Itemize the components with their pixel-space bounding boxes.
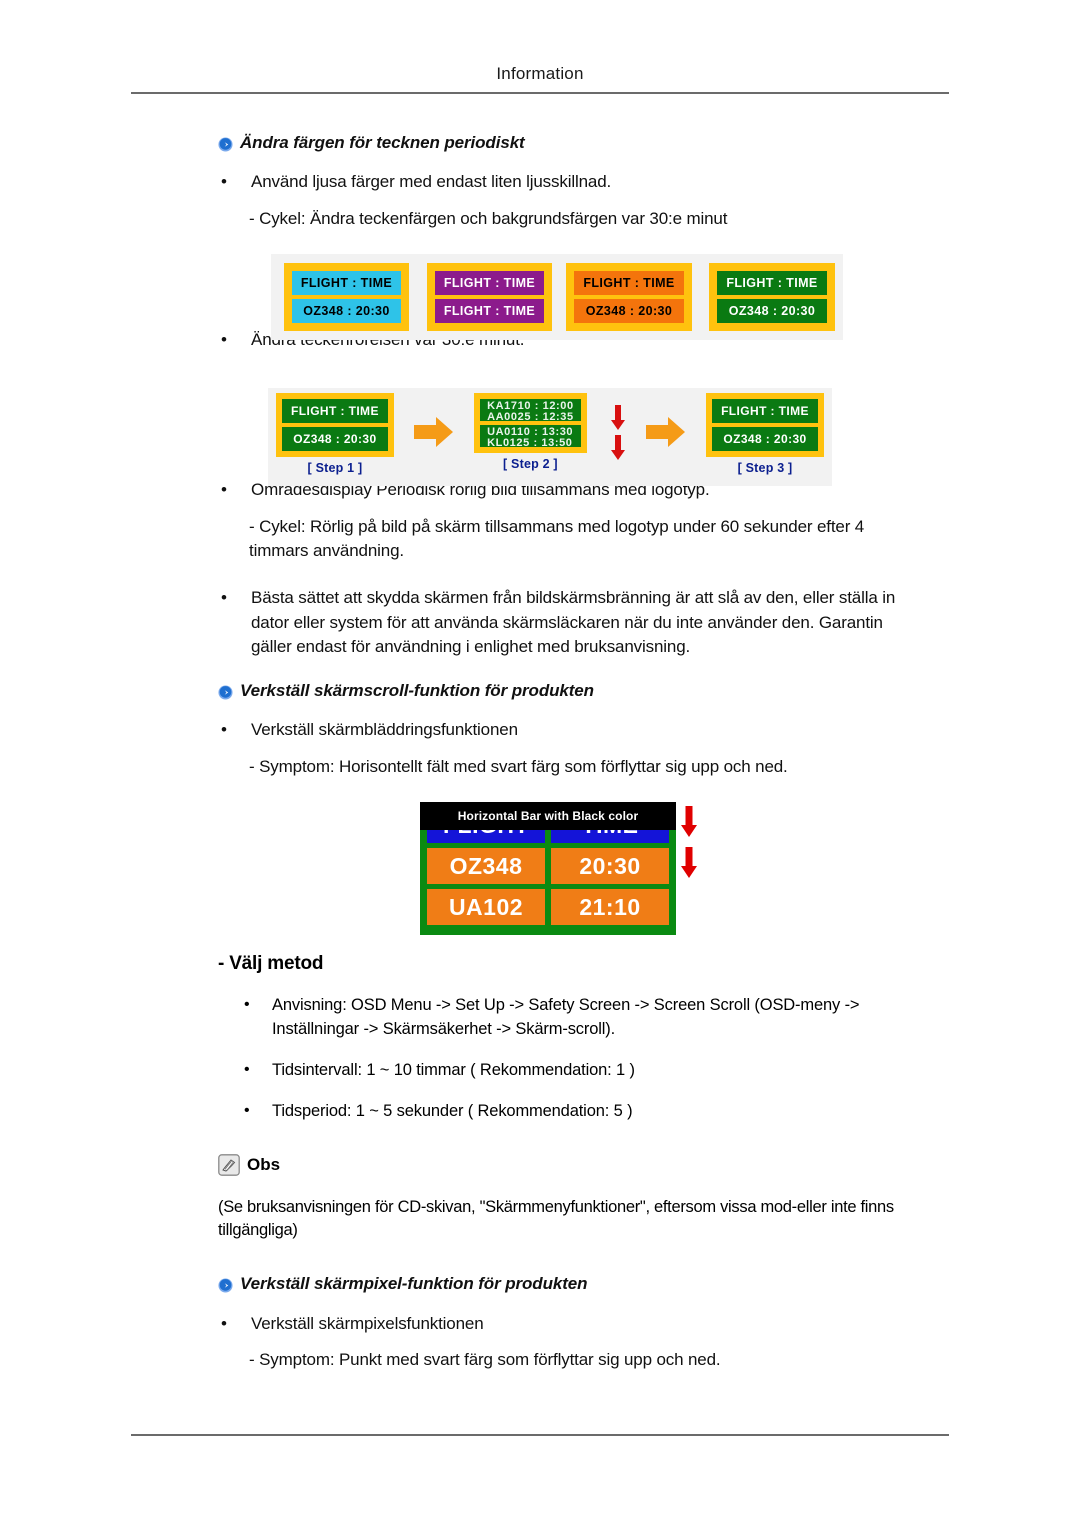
color-cycle-panel-purple: FLIGHT : TIME FLIGHT : TIME (422, 263, 557, 331)
heading-color-change: Ändra färgen för tecknen periodiskt (218, 132, 918, 153)
method-item-osd-path-text: Anvisning: OSD Menu -> Set Up -> Safety … (272, 995, 860, 1039)
board-line-2: OZ348 20:30 (427, 848, 669, 884)
board-row-header: FLIGHT : TIME (717, 271, 827, 295)
orange-right-arrow-icon (413, 415, 454, 449)
board-cell-ua102: UA102 (427, 889, 545, 925)
board-row-scrolling-top: KA1710 : 12:00 AA0025 : 12:35 (480, 399, 581, 421)
board-row-flight: OZ348 : 20:30 (291, 299, 402, 323)
flight-board-purple: FLIGHT : TIME FLIGHT : TIME (426, 263, 553, 331)
sub-symptom-black-dot: - Symptom: Punkt med svart färg som förf… (249, 1350, 721, 1370)
note-label: Obs (247, 1154, 281, 1174)
heading-screen-pixel: Verkställ skärmpixel-funktion för produk… (218, 1273, 918, 1294)
step-1-label: [ Step 1 ] (307, 461, 363, 475)
heading-screen-scroll: Verkställ skärmscroll-funktion för produ… (218, 680, 918, 701)
bullet-screen-scroll-fn-text: Verkställ skärmbläddringsfunktionen (251, 720, 518, 740)
board-scroll-line-4: KL0125 : 13:50 (487, 437, 573, 448)
board-row-header: FLIGHT : TIME (574, 271, 684, 295)
flight-board-step1: FLIGHT : TIME OZ348 : 20:30 (276, 393, 394, 457)
bullet-screen-scroll-fn: • Verkställ skärmbläddringsfunktionen (218, 718, 918, 743)
step-2-block: KA1710 : 12:00 AA0025 : 12:35 UA0110 : 1… (474, 393, 587, 471)
board-cell-oz348: OZ348 (427, 848, 545, 884)
page-header-title: Information (496, 64, 584, 83)
flight-board-orange: FLIGHT : TIME OZ348 : 20:30 (566, 263, 692, 331)
red-down-arrow-icon (680, 847, 698, 879)
sub-cycle-logo: - Cykel: Rörlig på bild på skärm tillsam… (249, 516, 865, 561)
color-cycle-panel-orange: FLIGHT : TIME OZ348 : 20:30 (557, 263, 701, 331)
heading-screen-pixel-label: Verkställ skärmpixel-funktion för produk… (240, 1274, 588, 1294)
heading-color-change-label: Ändra färgen för tecknen periodiskt (240, 133, 525, 152)
note-header: Obs (218, 1153, 918, 1176)
board-row-header: FLIGHT : TIME (434, 271, 545, 295)
step-1-block: FLIGHT : TIME OZ348 : 20:30 [ Step 1 ] (276, 393, 394, 475)
red-down-arrow-icon (610, 435, 626, 461)
flight-board-step3: FLIGHT : TIME OZ348 : 20:30 (706, 393, 824, 457)
header-rule (131, 92, 949, 94)
method-item-time-period: • Tidsperiod: 1 ~ 5 sekunder ( Rekommend… (218, 1099, 918, 1124)
note-body: (Se bruksanvisningen för CD-skivan, "Skä… (218, 1197, 894, 1240)
scroll-direction-arrows (610, 405, 626, 461)
board-row-flight: FLIGHT : TIME (434, 299, 545, 323)
board-row-flight: OZ348 : 20:30 (574, 299, 684, 323)
board-line-3: UA102 21:10 (427, 889, 669, 925)
sub-symptom-horizontal-bar: - Symptom: Horisontellt fält med svart f… (249, 756, 788, 776)
color-cycle-panel-cyan: FLIGHT : TIME OZ348 : 20:30 (271, 263, 422, 331)
method-item-time-period-text: Tidsperiod: 1 ~ 5 sekunder ( Rekommendat… (272, 1101, 633, 1120)
board-row-header: FLIGHT : TIME (291, 271, 402, 295)
bullet-marker: • (221, 588, 227, 608)
bullet-marker: • (221, 172, 227, 192)
bullet-screen-pixel-fn: • Verkställ skärmpixelsfunktionen (218, 1312, 918, 1337)
red-down-arrow-icon (610, 405, 626, 431)
step-3-label: [ Step 3 ] (737, 461, 793, 475)
figure-color-cycle: FLIGHT : TIME OZ348 : 20:30 FLIGHT : TIM… (271, 254, 843, 340)
sub-cycle-color-change: - Cykel: Ändra teckenfärgen och bakgrund… (249, 208, 728, 228)
red-down-arrow-icon (680, 806, 698, 838)
board-row-scrolling-bottom: UA0110 : 13:30 KL0125 : 13:50 (480, 425, 581, 447)
board-row-flight: OZ348 : 20:30 (717, 299, 827, 323)
board-row-header: FLIGHT : TIME (712, 399, 818, 423)
bullet-best-practice: • Bästa sättet att skydda skärmen från b… (218, 586, 918, 660)
bullet-marker: • (221, 720, 227, 740)
bullet-use-light-colors: • Använd ljusa färger med endast liten l… (218, 170, 918, 195)
bullet-marker: • (244, 1061, 250, 1079)
orange-right-arrow-icon (645, 415, 686, 449)
step-2-label: [ Step 2 ] (503, 457, 558, 471)
footer-rule (131, 1434, 949, 1436)
note-pencil-icon (218, 1153, 240, 1176)
color-cycle-panel-green: FLIGHT : TIME OZ348 : 20:30 (701, 263, 843, 331)
flight-board-step2: KA1710 : 12:00 AA0025 : 12:35 UA0110 : 1… (474, 393, 587, 453)
bullet-marker: • (221, 329, 227, 349)
heading-screen-scroll-label: Verkställ skärmscroll-funktion för produ… (240, 681, 594, 701)
step-3-block: FLIGHT : TIME OZ348 : 20:30 [ Step 3 ] (706, 393, 824, 475)
document-page: Information Ändra färgen för tecknen per… (0, 0, 1080, 1527)
arrow-bullet-icon (218, 685, 233, 700)
bullet-marker: • (221, 480, 227, 500)
board-scroll-line-2: AA0025 : 12:35 (487, 411, 574, 422)
bullet-use-light-colors-text: Använd ljusa färger med endast liten lju… (251, 172, 612, 192)
arrow-bullet-icon (218, 137, 233, 152)
figure-horizontal-bar: FLIGHT TIME OZ348 20:30 UA102 21:10 Hori… (420, 802, 698, 938)
bullet-screen-pixel-fn-text: Verkställ skärmpixelsfunktionen (251, 1313, 484, 1333)
section-title-method: - Välj metod (218, 952, 324, 974)
method-item-time-interval-text: Tidsintervall: 1 ~ 10 timmar ( Rekommend… (272, 1061, 635, 1080)
bullet-marker: • (244, 995, 250, 1013)
bullet-best-practice-text: Bästa sättet att skydda skärmen från bil… (251, 588, 896, 657)
horizontal-black-bar-caption: Horizontal Bar with Black color (420, 802, 676, 830)
flight-board-cyan: FLIGHT : TIME OZ348 : 20:30 (283, 263, 410, 331)
bullet-marker: • (244, 1101, 250, 1119)
bar-direction-arrows (680, 806, 698, 879)
figure-scroll-steps: FLIGHT : TIME OZ348 : 20:30 [ Step 1 ] K… (268, 388, 832, 486)
method-item-osd-path: • Anvisning: OSD Menu -> Set Up -> Safet… (218, 993, 918, 1043)
bullet-marker: • (221, 1313, 227, 1333)
arrow-bullet-icon (218, 1278, 233, 1293)
flight-board-green: FLIGHT : TIME OZ348 : 20:30 (709, 263, 835, 331)
method-item-time-interval: • Tidsintervall: 1 ~ 10 timmar ( Rekomme… (218, 1058, 918, 1083)
board-row-header: FLIGHT : TIME (282, 399, 388, 423)
board-row-flight: OZ348 : 20:30 (712, 427, 818, 451)
board-cell-2110: 21:10 (551, 889, 669, 925)
board-row-flight: OZ348 : 20:30 (282, 427, 388, 451)
board-cell-2030: 20:30 (551, 848, 669, 884)
